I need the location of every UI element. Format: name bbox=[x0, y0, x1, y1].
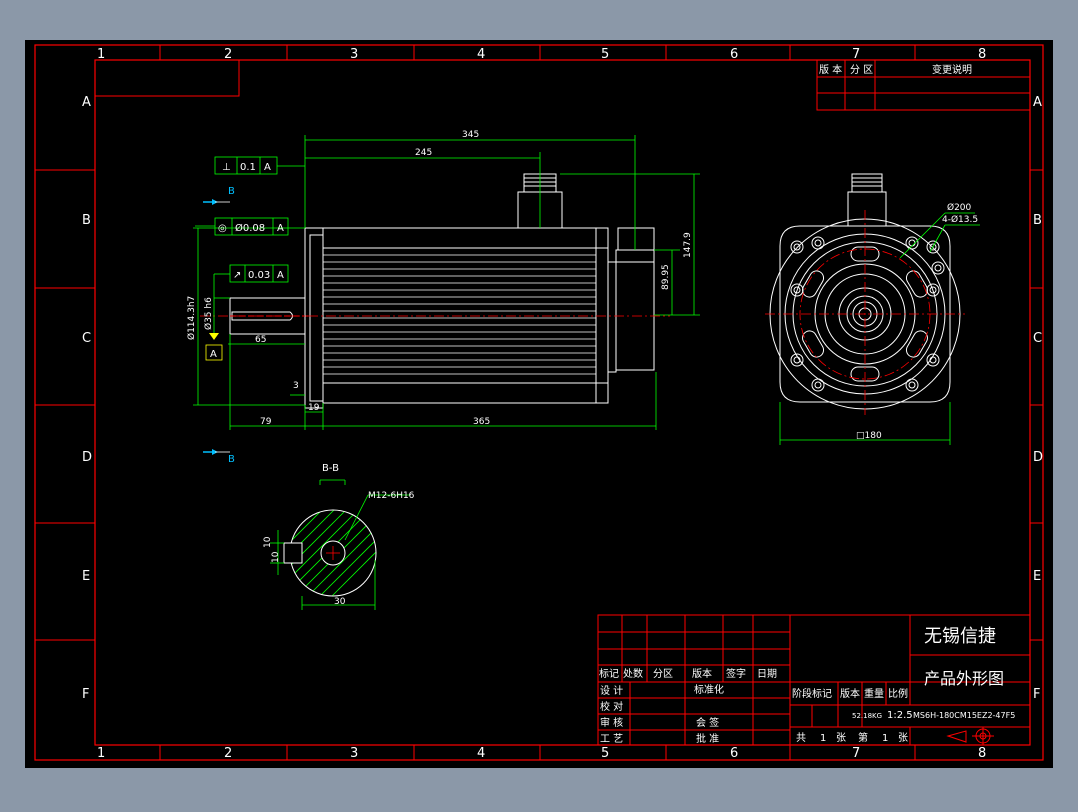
grid-column-label: 1 bbox=[97, 47, 105, 62]
grid-column-label: 6 bbox=[730, 47, 738, 62]
role-design: 设 计 bbox=[600, 684, 623, 697]
dim-shaft-35: Ø35 h6 bbox=[203, 297, 214, 330]
section-label-top: B bbox=[228, 186, 235, 197]
grid-column-label: 2 bbox=[224, 746, 232, 761]
tol-1-datum: A bbox=[264, 162, 271, 173]
grid-row-label: F bbox=[82, 687, 89, 702]
tol-3-datum: A bbox=[277, 270, 284, 281]
grid-column-label: 3 bbox=[350, 47, 358, 62]
section-key-width: 10 bbox=[271, 551, 281, 563]
approve-label: 批 准 bbox=[696, 732, 719, 745]
grid-column-label: 5 bbox=[601, 47, 609, 62]
stage-weight: 重量 bbox=[864, 687, 884, 700]
section-key-depth: 10 bbox=[263, 536, 273, 548]
sheet-total-label: 共 bbox=[796, 732, 806, 744]
dim-345: 345 bbox=[462, 130, 479, 140]
grid-row-label: C bbox=[82, 331, 91, 346]
grid-row-label: C bbox=[1033, 331, 1042, 346]
sheet-index-unit: 张 bbox=[898, 732, 908, 744]
standardize-label: 标准化 bbox=[694, 683, 724, 696]
grid-column-label: 5 bbox=[601, 746, 609, 761]
sheet-total-unit: 张 bbox=[836, 732, 846, 744]
stage-version: 版本 bbox=[840, 687, 860, 700]
motor-outline-drawing: 1122334455667788A AB BC CD DE EF F 版 本 分 区 变更说… bbox=[25, 40, 1053, 768]
drawing-canvas bbox=[25, 40, 1053, 768]
dim-89-95: 89.95 bbox=[661, 264, 671, 290]
grid-row-label: B bbox=[82, 213, 91, 228]
header-count: 处数 bbox=[623, 667, 643, 680]
section-label-bottom: B bbox=[228, 454, 235, 465]
section-title: B-B bbox=[322, 463, 339, 474]
grid-column-label: 4 bbox=[477, 47, 485, 62]
grid-row-label: F bbox=[1033, 687, 1040, 702]
grid-row-label: E bbox=[1033, 569, 1041, 584]
model-number: MS6H-180CM15EZ2-47F5 bbox=[913, 711, 1015, 720]
tol-2-datum: A bbox=[277, 223, 284, 234]
datum-label: A bbox=[210, 349, 217, 360]
header-mark: 标记 bbox=[599, 668, 619, 680]
tol-3-value: 0.03 bbox=[248, 270, 270, 281]
dim-365: 365 bbox=[473, 417, 490, 427]
tol-1-symbol: ⊥ bbox=[222, 162, 231, 173]
dim-245: 245 bbox=[415, 148, 432, 158]
dim-pcd: Ø200 bbox=[947, 202, 972, 213]
dim-19: 19 bbox=[308, 403, 320, 413]
tol-2-value: Ø0.08 bbox=[235, 222, 265, 234]
header-sign: 签字 bbox=[726, 667, 746, 680]
section-thread: M12-6H16 bbox=[368, 491, 415, 501]
sheet-total: 1 bbox=[820, 733, 826, 744]
role-check: 校 对 bbox=[600, 700, 623, 713]
stage-mark: 阶段标记 bbox=[792, 687, 832, 700]
drawing-name: 产品外形图 bbox=[924, 669, 1004, 688]
header-version: 版本 bbox=[692, 667, 712, 680]
grid-column-label: 4 bbox=[477, 746, 485, 761]
tol-2-symbol: ◎ bbox=[218, 223, 227, 234]
grid-column-label: 3 bbox=[350, 746, 358, 761]
dim-65: 65 bbox=[255, 335, 266, 345]
section-width-30: 30 bbox=[334, 597, 346, 607]
grid-column-label: 1 bbox=[97, 746, 105, 761]
dim-square: □180 bbox=[856, 431, 882, 441]
grid-row-label: A bbox=[82, 95, 91, 110]
grid-row-label: A bbox=[1033, 95, 1042, 110]
grid-column-label: 7 bbox=[852, 746, 860, 761]
dim-79: 79 bbox=[260, 417, 272, 427]
scale-value: 1:2.5 bbox=[887, 710, 913, 721]
header-date: 日期 bbox=[757, 668, 777, 680]
role-review: 审 核 bbox=[600, 716, 623, 729]
dim-holes: 4-Ø13.5 bbox=[942, 214, 978, 225]
dim-3: 3 bbox=[293, 381, 299, 391]
header-zone: 分区 bbox=[653, 668, 673, 680]
role-process: 工 艺 bbox=[600, 733, 623, 745]
tol-1-value: 0.1 bbox=[240, 162, 256, 173]
sheet-index-label: 第 bbox=[858, 731, 868, 744]
grid-column-label: 2 bbox=[224, 47, 232, 62]
grid-column-label: 8 bbox=[978, 746, 986, 761]
grid-row-label: D bbox=[1033, 450, 1043, 465]
revision-header-zone: 分 区 bbox=[850, 64, 873, 76]
weight-value: 52.18KG bbox=[852, 712, 882, 720]
sheet-index: 1 bbox=[882, 733, 888, 744]
company-name: 无锡信捷 bbox=[924, 626, 996, 647]
countersign-label: 会 签 bbox=[696, 716, 719, 729]
stage-scale: 比例 bbox=[888, 687, 908, 700]
grid-row-label: B bbox=[1033, 213, 1042, 228]
dim-147-9: 147.9 bbox=[683, 232, 693, 258]
revision-header-description: 变更说明 bbox=[932, 63, 972, 76]
grid-column-label: 6 bbox=[730, 746, 738, 761]
dim-pilot-114: Ø114.3h7 bbox=[186, 296, 197, 340]
grid-row-label: E bbox=[82, 569, 90, 584]
grid-row-label: D bbox=[82, 450, 92, 465]
tol-3-symbol: ↗ bbox=[233, 270, 241, 281]
revision-header-version: 版 本 bbox=[819, 63, 842, 76]
cad-drawing-viewport[interactable]: 1122334455667788AABBCCDDEEFF 版 本 分 区 变更说… bbox=[0, 0, 1078, 808]
